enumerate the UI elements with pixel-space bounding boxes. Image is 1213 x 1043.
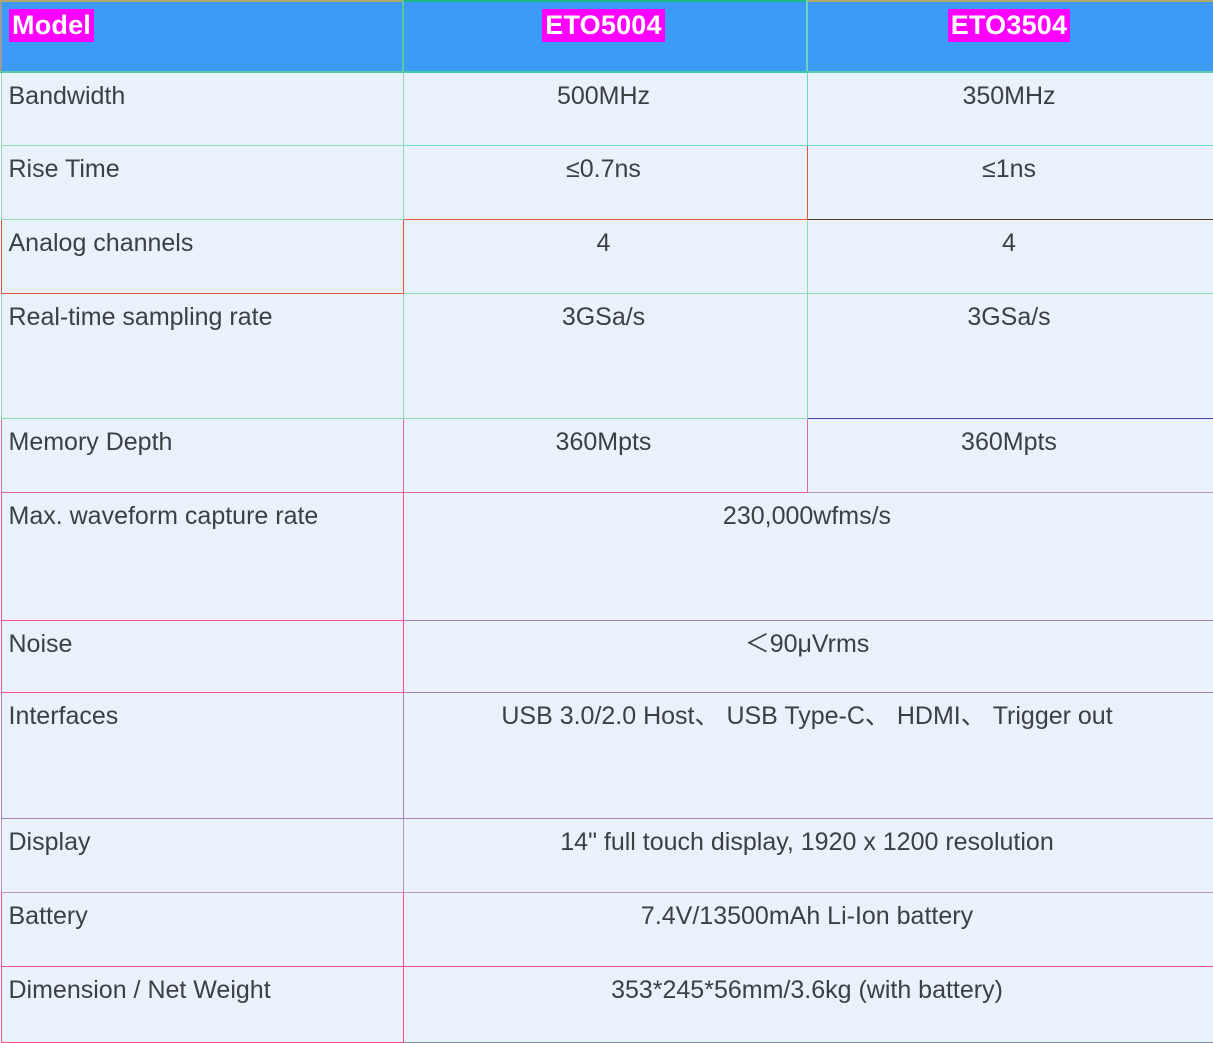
table-row: Display 14" full touch display, 1920 x 1… (0, 818, 1213, 893)
cell-max-waveform-capture-rate-value: 230,000wfms/s (402, 492, 1213, 621)
table-row: Real-time sampling rate 3GSa/s 3GSa/s (0, 293, 1213, 419)
header-label-eto3504: ETO3504 (947, 9, 1071, 42)
row-label-battery: Battery (0, 892, 404, 967)
cell-bandwidth-eto3504: 350MHz (806, 71, 1213, 146)
cell-analog-channels-eto3504: 4 (806, 219, 1213, 294)
cell-rise-time-eto5004: ≤0.7ns (402, 145, 808, 220)
header-label-model: Model (9, 9, 94, 42)
cell-memory-depth-eto3504: 360Mpts (806, 418, 1213, 493)
table-row: Analog channels 4 4 (0, 219, 1213, 294)
row-label-max-waveform-capture-rate: Max. waveform capture rate (0, 492, 404, 621)
cell-analog-channels-eto5004: 4 (402, 219, 808, 294)
header-cell-model: Model (0, 0, 404, 73)
row-label-interfaces: Interfaces (0, 692, 404, 819)
table-row: Battery 7.4V/13500mAh Li-Ion battery (0, 892, 1213, 967)
row-label-real-time-sampling-rate: Real-time sampling rate (0, 293, 404, 419)
row-label-rise-time: Rise Time (0, 145, 404, 220)
cell-rise-time-eto3504: ≤1ns (806, 145, 1213, 220)
cell-battery-value: 7.4V/13500mAh Li-Ion battery (402, 892, 1213, 967)
header-cell-eto3504: ETO3504 (806, 0, 1213, 73)
cell-bandwidth-eto5004: 500MHz (402, 71, 808, 146)
cell-sampling-rate-eto3504: 3GSa/s (806, 293, 1213, 419)
table-row: Interfaces USB 3.0/2.0 Host、 USB Type-C、… (0, 692, 1213, 819)
row-label-analog-channels: Analog channels (0, 219, 404, 294)
table-row: Dimension / Net Weight 353*245*56mm/3.6k… (0, 966, 1213, 1043)
row-label-display: Display (0, 818, 404, 893)
table-row: Rise Time ≤0.7ns ≤1ns (0, 145, 1213, 220)
header-cell-eto5004: ETO5004 (402, 0, 808, 73)
row-label-bandwidth: Bandwidth (0, 71, 404, 146)
table-row: Noise ＜90μVrms (0, 620, 1213, 693)
specification-comparison-table: Model ETO5004 ETO3504 Bandwidth 500MHz 3… (0, 0, 1213, 1043)
header-label-eto5004: ETO5004 (542, 9, 665, 42)
table-row: Max. waveform capture rate 230,000wfms/s (0, 492, 1213, 621)
row-label-memory-depth: Memory Depth (0, 418, 404, 493)
cell-sampling-rate-eto5004: 3GSa/s (402, 293, 808, 419)
row-label-noise: Noise (0, 620, 404, 693)
cell-dimension-net-weight-value: 353*245*56mm/3.6kg (with battery) (402, 966, 1213, 1043)
cell-interfaces-value: USB 3.0/2.0 Host、 USB Type-C、 HDMI、 Trig… (402, 692, 1213, 819)
table-row: Memory Depth 360Mpts 360Mpts (0, 418, 1213, 493)
cell-noise-value: ＜90μVrms (402, 620, 1213, 693)
table-row: Bandwidth 500MHz 350MHz (0, 71, 1213, 146)
row-label-dimension-net-weight: Dimension / Net Weight (0, 966, 404, 1043)
cell-display-value: 14" full touch display, 1920 x 1200 reso… (402, 818, 1213, 893)
table-header-row: Model ETO5004 ETO3504 (0, 0, 1213, 73)
cell-memory-depth-eto5004: 360Mpts (402, 418, 808, 493)
